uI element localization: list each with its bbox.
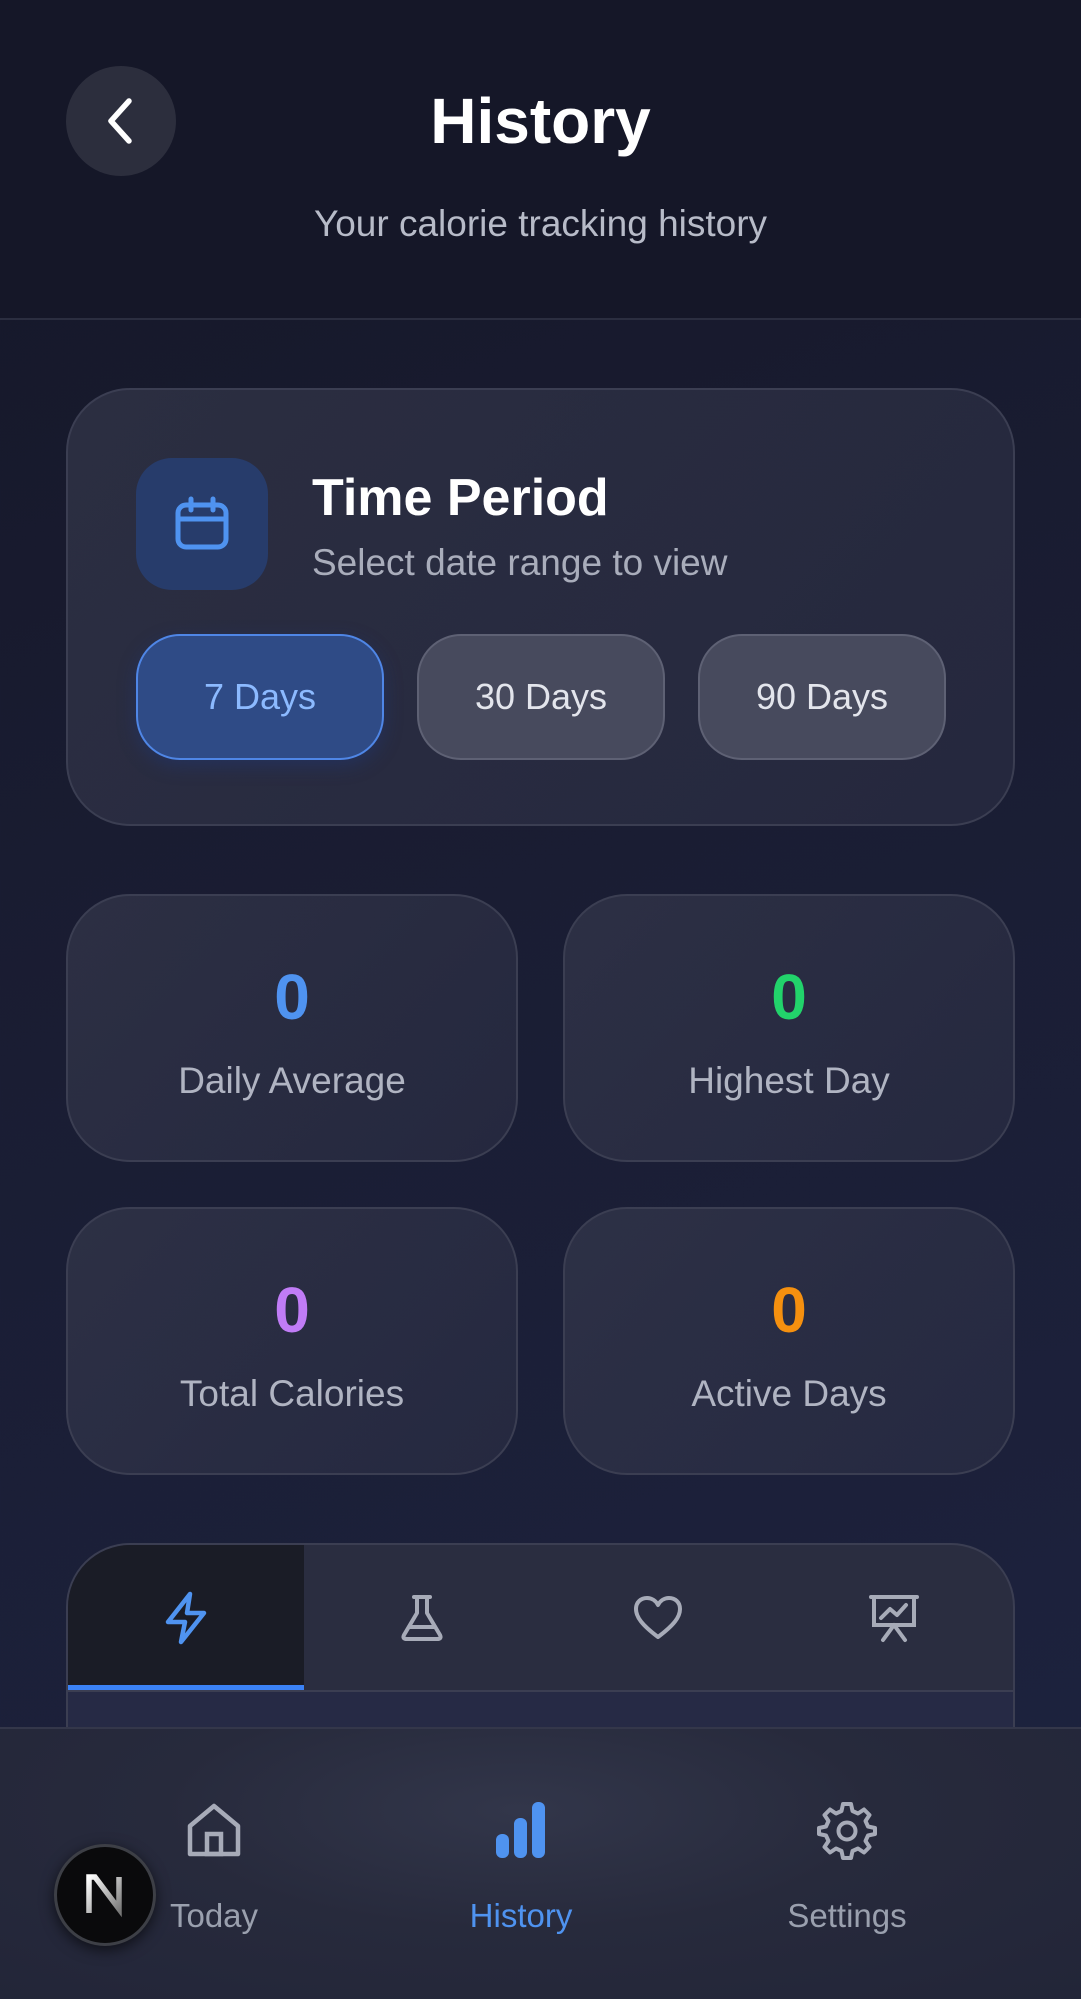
time-period-card: Time Period Select date range to view 7 … bbox=[66, 388, 1015, 826]
page-subtitle: Your calorie tracking history bbox=[313, 203, 768, 244]
stat-active-days: 0 Active Days bbox=[563, 1207, 1015, 1475]
gear-icon bbox=[817, 1802, 877, 1860]
range-7-days-button[interactable]: 7 Days bbox=[136, 634, 384, 760]
nav-icon-wrap bbox=[727, 1797, 967, 1863]
time-period-subtitle: Select date range to view bbox=[312, 542, 728, 583]
range-90-days-button[interactable]: 90 Days bbox=[698, 634, 946, 760]
stat-total-calories: 0 Total Calories bbox=[66, 1207, 518, 1475]
nav-item-settings[interactable]: Settings bbox=[727, 1729, 967, 1999]
stat-label: Highest Day bbox=[688, 1060, 890, 1101]
stat-value: 0 bbox=[274, 961, 310, 1033]
tab-nutrients[interactable] bbox=[304, 1545, 540, 1690]
stat-label: Total Calories bbox=[179, 1373, 405, 1414]
time-period-title: Time Period bbox=[312, 469, 609, 527]
bottom-navigation: Today History Settings bbox=[0, 1727, 1081, 1999]
tab-energy[interactable] bbox=[68, 1545, 304, 1691]
page-header: History Your calorie tracking history bbox=[0, 0, 1081, 320]
presentation-chart-icon bbox=[869, 1594, 919, 1642]
calendar-icon-box bbox=[136, 458, 268, 590]
nav-label-history: History bbox=[469, 1897, 573, 1934]
stat-label: Active Days bbox=[691, 1373, 887, 1414]
stat-highest-day: 0 Highest Day bbox=[563, 894, 1015, 1162]
stat-value: 0 bbox=[771, 961, 807, 1033]
stat-label: Daily Average bbox=[178, 1060, 406, 1101]
stat-value: 0 bbox=[274, 1274, 310, 1346]
n-logo-icon bbox=[86, 1874, 122, 1918]
nav-label-settings: Settings bbox=[787, 1897, 907, 1934]
stat-daily-average: 0 Daily Average bbox=[66, 894, 518, 1162]
stat-value: 0 bbox=[771, 1274, 807, 1346]
tab-health[interactable] bbox=[540, 1545, 776, 1690]
nav-icon-wrap bbox=[401, 1797, 641, 1863]
nav-item-history[interactable]: History bbox=[401, 1729, 641, 1999]
chart-tabs-card bbox=[66, 1543, 1015, 1743]
range-30-days-button[interactable]: 30 Days bbox=[417, 634, 665, 760]
bar-chart-icon bbox=[496, 1802, 545, 1858]
heart-icon bbox=[634, 1595, 682, 1639]
home-icon bbox=[187, 1803, 241, 1857]
lightning-icon bbox=[165, 1591, 207, 1644]
tab-trends[interactable] bbox=[776, 1545, 1012, 1690]
calendar-icon bbox=[175, 496, 229, 550]
dev-tools-badge[interactable] bbox=[54, 1844, 156, 1946]
flask-icon bbox=[401, 1594, 443, 1641]
page-title: History bbox=[430, 85, 651, 157]
